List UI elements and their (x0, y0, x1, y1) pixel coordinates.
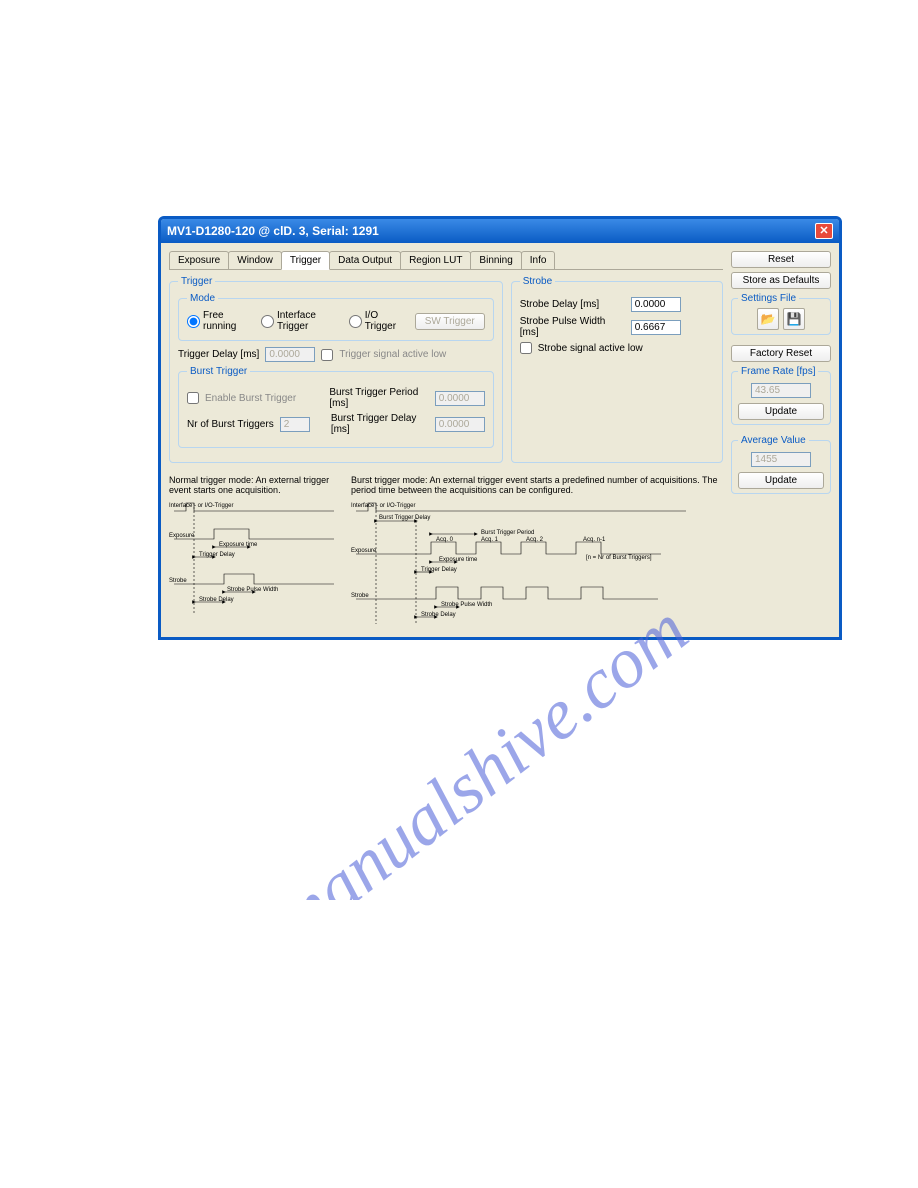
normal-desc: Normal trigger mode: An external trigger… (169, 475, 339, 495)
mode-group: Mode Free running Interface Trigger I/O … (178, 293, 494, 341)
svg-text:Acq. 2: Acq. 2 (526, 537, 544, 543)
radio-iface-input[interactable] (261, 315, 274, 328)
mode-legend: Mode (187, 293, 218, 304)
strobe-delay-input[interactable] (631, 297, 681, 312)
sw-trigger-button[interactable]: SW Trigger (415, 313, 485, 330)
svg-text:Strobe Delay: Strobe Delay (421, 612, 456, 618)
svg-text:Strobe: Strobe (169, 578, 187, 584)
burst-desc: Burst trigger mode: An external trigger … (351, 475, 723, 495)
close-icon[interactable]: ✕ (815, 223, 833, 239)
strobe-group: Strobe Strobe Delay [ms] Strobe Pulse Wi… (511, 276, 723, 463)
burst-period-input[interactable] (435, 391, 485, 406)
trigger-group: Trigger Mode Free running Interface Trig… (169, 276, 503, 463)
radio-free-label: Free running (203, 310, 249, 332)
svg-text:Exposure: Exposure (351, 548, 377, 554)
settings-file-group: Settings File 📂 💾 (731, 293, 831, 335)
svg-text:Exposure time: Exposure time (439, 557, 478, 563)
svg-text:Interface - or I/O-Trigger: Interface - or I/O-Trigger (169, 503, 233, 509)
average-value-input (751, 452, 811, 467)
radio-io-label: I/O Trigger (365, 310, 403, 332)
strobe-pulse-input[interactable] (631, 320, 681, 335)
svg-text:Trigger Delay: Trigger Delay (199, 552, 235, 558)
radio-iface-label: Interface Trigger (277, 310, 337, 332)
svg-text:Strobe Delay: Strobe Delay (199, 597, 234, 603)
settings-file-legend: Settings File (738, 293, 799, 304)
reset-button[interactable]: Reset (731, 251, 831, 268)
svg-text:Strobe Pulse Width: Strobe Pulse Width (227, 587, 278, 593)
tab-info[interactable]: Info (521, 251, 556, 269)
window-title: MV1-D1280-120 @ clD. 3, Serial: 1291 (167, 224, 379, 238)
store-defaults-button[interactable]: Store as Defaults (731, 272, 831, 289)
app-window: MV1-D1280-120 @ clD. 3, Serial: 1291 ✕ E… (158, 216, 842, 640)
svg-text:Trigger Delay: Trigger Delay (421, 567, 457, 573)
svg-text:Exposure time: Exposure time (219, 542, 258, 548)
nr-burst-input[interactable] (280, 417, 310, 432)
tab-region-lut[interactable]: Region LUT (400, 251, 471, 269)
burst-delay-input[interactable] (435, 417, 485, 432)
enable-burst-checkbox[interactable] (187, 392, 199, 404)
tab-trigger[interactable]: Trigger (281, 251, 330, 270)
average-value-legend: Average Value (738, 435, 809, 446)
trigger-active-low-label: Trigger signal active low (339, 349, 446, 360)
trigger-delay-label: Trigger Delay [ms] (178, 349, 259, 360)
radio-io-input[interactable] (349, 315, 362, 328)
strobe-active-low-checkbox[interactable] (520, 342, 532, 354)
average-value-update-button[interactable]: Update (738, 472, 824, 489)
svg-text:Strobe Pulse Width: Strobe Pulse Width (441, 602, 492, 608)
save-file-icon[interactable]: 💾 (783, 308, 805, 330)
svg-text:Interface - or I/O-Trigger: Interface - or I/O-Trigger (351, 503, 415, 509)
burst-timing-diagram: Interface - or I/O-Trigger Burst Trigger… (351, 499, 691, 629)
radio-free-input[interactable] (187, 315, 200, 328)
tab-exposure[interactable]: Exposure (169, 251, 229, 269)
strobe-delay-label: Strobe Delay [ms] (520, 299, 625, 310)
open-file-icon[interactable]: 📂 (757, 308, 779, 330)
strobe-pulse-label: Strobe Pulse Width [ms] (520, 316, 625, 338)
frame-rate-group: Frame Rate [fps] Update (731, 366, 831, 425)
burst-trigger-group: Burst Trigger Enable Burst Trigger Burst… (178, 366, 494, 448)
svg-text:Strobe: Strobe (351, 593, 369, 599)
svg-text:[n = Nr of Burst Triggers]: [n = Nr of Burst Triggers] (586, 555, 652, 561)
tab-strip: Exposure Window Trigger Data Output Regi… (169, 251, 723, 270)
frame-rate-update-button[interactable]: Update (738, 403, 824, 420)
trigger-delay-input[interactable] (265, 347, 315, 362)
tab-binning[interactable]: Binning (470, 251, 521, 269)
burst-legend: Burst Trigger (187, 366, 250, 377)
tab-data-output[interactable]: Data Output (329, 251, 401, 269)
titlebar: MV1-D1280-120 @ clD. 3, Serial: 1291 ✕ (161, 219, 839, 243)
side-panel: Reset Store as Defaults Settings File 📂 … (731, 251, 831, 629)
radio-free-running[interactable]: Free running (187, 310, 249, 332)
radio-interface-trigger[interactable]: Interface Trigger (261, 310, 337, 332)
frame-rate-input (751, 383, 811, 398)
burst-period-label: Burst Trigger Period [ms] (329, 387, 428, 409)
nr-burst-label: Nr of Burst Triggers (187, 419, 274, 430)
svg-text:Acq. 1: Acq. 1 (481, 537, 499, 543)
tab-window[interactable]: Window (228, 251, 282, 269)
trigger-legend: Trigger (178, 276, 215, 287)
svg-text:Burst Trigger Period: Burst Trigger Period (481, 530, 534, 536)
strobe-legend: Strobe (520, 276, 555, 287)
svg-text:Exposure: Exposure (169, 533, 195, 539)
svg-text:Acq. n-1: Acq. n-1 (583, 537, 606, 543)
trigger-active-low-checkbox[interactable] (321, 349, 333, 361)
svg-text:Acq. 0: Acq. 0 (436, 537, 454, 543)
frame-rate-legend: Frame Rate [fps] (738, 366, 818, 377)
svg-text:Burst Trigger Delay: Burst Trigger Delay (379, 515, 430, 521)
enable-burst-label: Enable Burst Trigger (205, 393, 304, 404)
burst-delay-label: Burst Trigger Delay [ms] (331, 413, 429, 435)
average-value-group: Average Value Update (731, 435, 831, 494)
normal-timing-diagram: Interface - or I/O-Trigger Exposure Stro… (169, 499, 339, 619)
strobe-active-low-label: Strobe signal active low (538, 343, 643, 354)
factory-reset-button[interactable]: Factory Reset (731, 345, 831, 362)
radio-io-trigger[interactable]: I/O Trigger (349, 310, 403, 332)
